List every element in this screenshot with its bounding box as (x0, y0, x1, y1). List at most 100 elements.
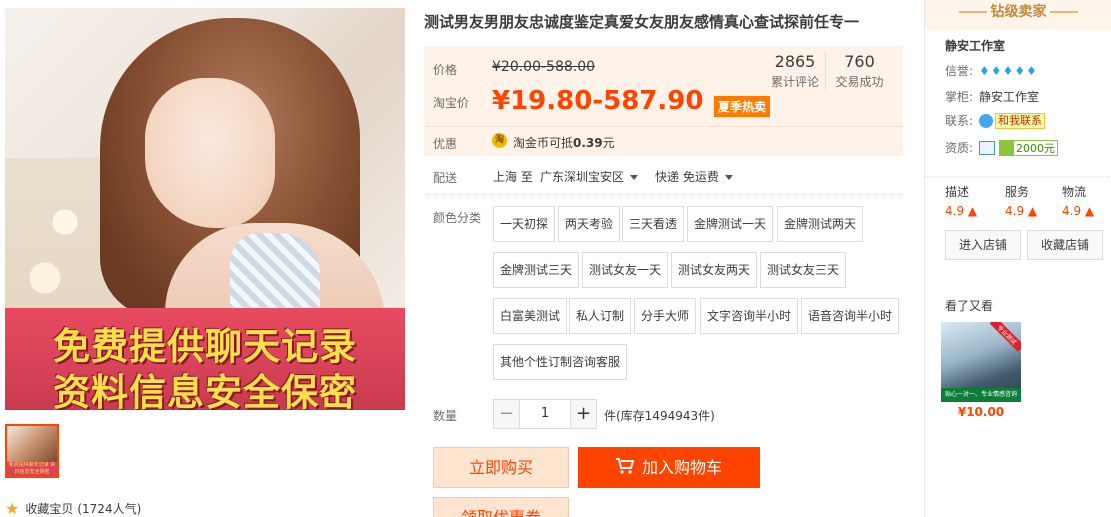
diamond-icon: ♦ (1014, 63, 1026, 78)
shop-contact-row: 联系: 和我联系 (945, 112, 1046, 129)
star-icon: ★ (5, 498, 20, 517)
chevron-down-icon (724, 175, 733, 180)
color-category-label: 颜色分类 (433, 211, 482, 225)
buy-now-button[interactable]: 立即购买 (433, 447, 569, 488)
rating-logistics[interactable]: 物流 4.9 ▲ (1062, 183, 1111, 218)
option-sku[interactable]: 其他个性订制咨询客服 (493, 344, 628, 380)
also-viewed-item-image[interactable]: 专业测试 贴心一对一、专业情感咨询 (941, 322, 1021, 402)
shipping-row: 配送 上海 至 广东深圳宝安区 快递 免运费 (424, 165, 903, 195)
option-sku[interactable]: 测试女友一天 (582, 252, 669, 288)
ship-destination-select[interactable]: 广东深圳宝安区 (540, 168, 639, 185)
quantity-decrease-button[interactable]: − (493, 399, 520, 429)
option-sku[interactable]: 分手大师 (634, 298, 697, 334)
rating-score: 4.9 ▲ (1062, 204, 1095, 218)
item-title: 测试男友男朋友忠诚度鉴定真爱女友朋友感情真心查试探前任专一 (424, 13, 860, 31)
current-price: ¥19.80-587.90 (492, 86, 704, 116)
enter-shop-button[interactable]: 进入店铺 (945, 230, 1021, 260)
option-sku[interactable]: 白富美测试 (493, 298, 568, 334)
cert-label: 资质: (945, 141, 974, 155)
gallery-thumbnail[interactable]: 免费提供聊天记录 资料信息安全保密 (5, 424, 59, 478)
add-to-cart-label: 加入购物车 (641, 458, 722, 477)
option-sku[interactable]: 私人订制 (569, 298, 632, 334)
collect-label: 收藏宝贝 (25, 502, 74, 516)
ship-method: 快递 免运费 (655, 170, 719, 184)
credit-label: 信誉: (945, 64, 974, 78)
collect-count: (1724人气) (77, 502, 142, 516)
divider (1050, 11, 1078, 13)
coin-text-prefix: 淘金币可抵 (513, 136, 574, 150)
deposit-badge[interactable]: 2000元 (999, 139, 1059, 156)
also-viewed-tag: 专业测试 (989, 322, 1021, 352)
business-license-icon[interactable] (979, 140, 996, 155)
taojinbi-coin-icon: 淘 (492, 133, 507, 148)
ship-label: 配送 (433, 171, 458, 185)
thumbnail-photo (7, 426, 57, 462)
stat-reviews-label: 累计评论 (770, 75, 819, 89)
shop-level-header: 钻级卖家 (925, 0, 1111, 30)
stat-deals-label: 交易成功 (835, 75, 884, 89)
option-sku[interactable]: 一天初探 (493, 206, 556, 242)
coin-amount: 0.39 (573, 136, 603, 150)
contact-seller-button[interactable]: 和我联系 (995, 112, 1046, 129)
benefit-label: 优惠 (433, 137, 458, 151)
arrow-up-icon: ▲ (1084, 204, 1095, 218)
shop-owner-row: 掌柜: 静安工作室 (945, 88, 1039, 105)
sales-stats: 2865 累计评论 760 交易成功 (765, 52, 893, 90)
benefit-row: 优惠 淘 淘金币可抵0.39元 (424, 126, 903, 156)
price-label: 价格 (433, 63, 458, 77)
contact-label: 联系: (945, 114, 974, 128)
rating-service[interactable]: 服务 4.9 ▲ (1005, 183, 1065, 218)
stat-deals: 760 交易成功 (825, 52, 893, 90)
option-sku[interactable]: 文字咨询半小时 (700, 298, 799, 334)
ship-method-select[interactable]: 快递 免运费 (655, 168, 733, 185)
rating-description[interactable]: 描述 4.9 ▲ (945, 183, 1005, 218)
quantity-increase-button[interactable]: + (570, 399, 597, 429)
diamond-icon: ♦ (979, 63, 990, 78)
wangwang-icon (979, 113, 994, 128)
shop-cert-row: 资质: 2000元 (945, 139, 1059, 156)
stock-text: 件(库存1494943件) (604, 409, 715, 423)
option-sku[interactable]: 金牌测试三天 (493, 252, 580, 288)
also-viewed-banner: 贴心一对一、专业情感咨询 (941, 388, 1021, 402)
arrow-up-icon: ▲ (1027, 204, 1038, 218)
option-sku[interactable]: 测试女友两天 (671, 252, 758, 288)
image-face (145, 78, 275, 228)
favorite-shop-button[interactable]: 收藏店铺 (1027, 230, 1103, 260)
option-sku[interactable]: 语音咨询半小时 (801, 298, 900, 334)
owner-name[interactable]: 静安工作室 (979, 88, 1039, 105)
collect-item-link[interactable]: ★ 收藏宝贝 (1724人气) (5, 500, 141, 517)
stat-reviews-count: 2865 (774, 52, 816, 71)
cart-icon (615, 448, 635, 489)
diamond-icon: ♦ (1002, 63, 1014, 78)
shop-ratings: 描述 4.9 ▲ 服务 4.9 ▲ 物流 4.9 ▲ (925, 176, 1111, 224)
quantity-input[interactable]: 1 (520, 399, 570, 429)
option-sku[interactable]: 测试女友三天 (760, 252, 847, 288)
option-sku[interactable]: 三天看透 (622, 206, 685, 242)
option-sku[interactable]: 金牌测试两天 (777, 206, 864, 242)
coin-text: 淘金币可抵0.39元 (513, 134, 615, 151)
option-sku[interactable]: 两天考验 (558, 206, 621, 242)
main-product-image[interactable]: 免费提供聊天记录 资料信息安全保密 (5, 8, 405, 410)
shop-level-title: 钻级卖家 (990, 4, 1047, 20)
deposit-amount: 2000元 (1016, 141, 1056, 155)
chevron-down-icon (630, 175, 639, 180)
add-to-cart-button[interactable]: 加入购物车 (578, 447, 760, 488)
option-sku[interactable]: 金牌测试一天 (687, 206, 774, 242)
shop-name[interactable]: 静安工作室 (945, 37, 1005, 54)
also-viewed-price[interactable]: ¥10.00 (941, 405, 1021, 419)
also-viewed-title: 看了又看 (945, 299, 994, 313)
stat-reviews[interactable]: 2865 累计评论 (765, 52, 825, 90)
shop-panel: 钻级卖家 静安工作室 信誉: ♦ ♦ ♦ ♦ ♦ 掌柜: 静安工作室 联系: 和我联系 … (924, 0, 1111, 517)
quantity-label: 数量 (433, 409, 458, 423)
diamond-icon: ♦ (990, 63, 1002, 78)
get-coupon-button[interactable]: 领取优惠券 (433, 497, 569, 517)
thumbnail-banner: 免费提供聊天记录 资料信息安全保密 (7, 462, 57, 476)
rating-label: 物流 (1062, 185, 1087, 199)
taobao-price-label: 淘宝价 (433, 96, 470, 110)
promo-tag: 夏季热卖 (714, 96, 771, 117)
shop-credit-row: 信誉: ♦ ♦ ♦ ♦ ♦ (945, 62, 1038, 79)
ship-from: 上海 至 (493, 170, 533, 184)
image-promo-banner: 免费提供聊天记录 资料信息安全保密 (5, 308, 405, 410)
price-panel: 价格 ¥20.00-588.00 2865 累计评论 760 交易成功 淘宝价 … (424, 46, 903, 156)
arrow-up-icon: ▲ (967, 204, 978, 218)
